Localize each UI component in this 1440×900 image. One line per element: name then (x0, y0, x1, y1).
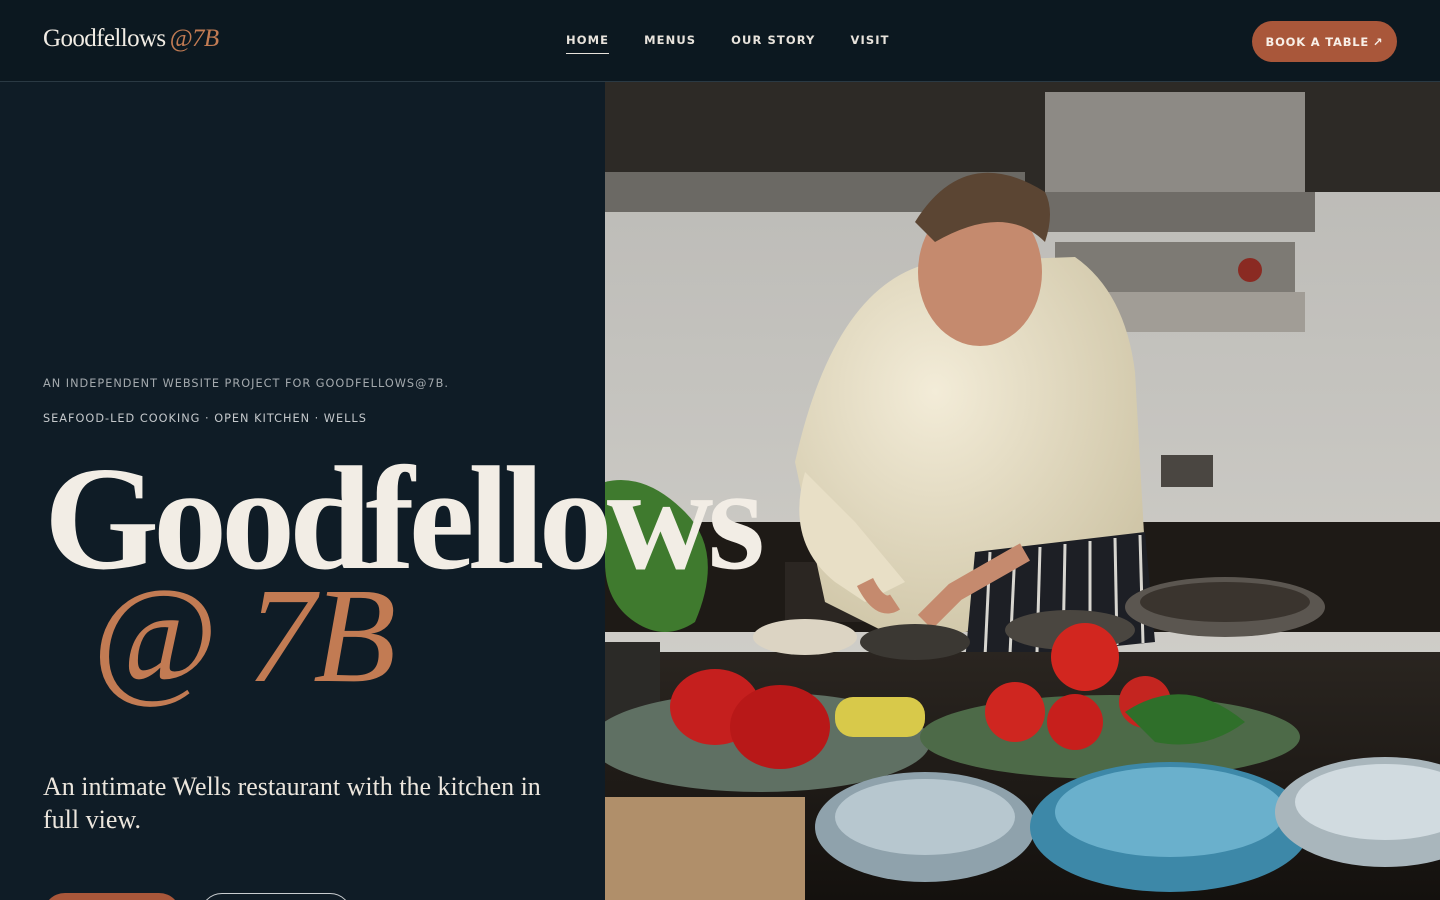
hero-tagline: An intimate Wells restaurant with the ki… (43, 772, 541, 834)
nav-visit[interactable]: VISIT (851, 33, 890, 54)
nav-our-story[interactable]: OUR STORY (731, 33, 815, 54)
hero-title-suffix: @ 7B (92, 561, 396, 711)
book-table-button[interactable]: BOOK A TABLE ↗ (1252, 21, 1397, 62)
brand-logo[interactable]: Goodfellows @7B (43, 24, 219, 54)
primary-cta-button[interactable] (43, 893, 181, 900)
nav-home[interactable]: HOME (566, 33, 610, 54)
arrow-up-right-icon: ↗ (1373, 34, 1384, 49)
brand-suffix: @7B (169, 25, 220, 52)
main-nav: HOME MENUS OUR STORY VISIT (566, 33, 925, 54)
book-table-label: BOOK A TABLE (1265, 34, 1370, 49)
hero-eyebrow: AN INDEPENDENT WEBSITE PROJECT FOR GOODF… (43, 377, 449, 390)
secondary-cta-button[interactable] (200, 893, 352, 900)
brand-name: Goodfellows (43, 25, 166, 52)
nav-menus[interactable]: MENUS (644, 33, 696, 54)
hero-subtitle: SEAFOOD-LED COOKING · OPEN KITCHEN · WEL… (43, 412, 367, 425)
site-header: Goodfellows @7B HOME MENUS OUR STORY VISI… (0, 0, 1440, 82)
